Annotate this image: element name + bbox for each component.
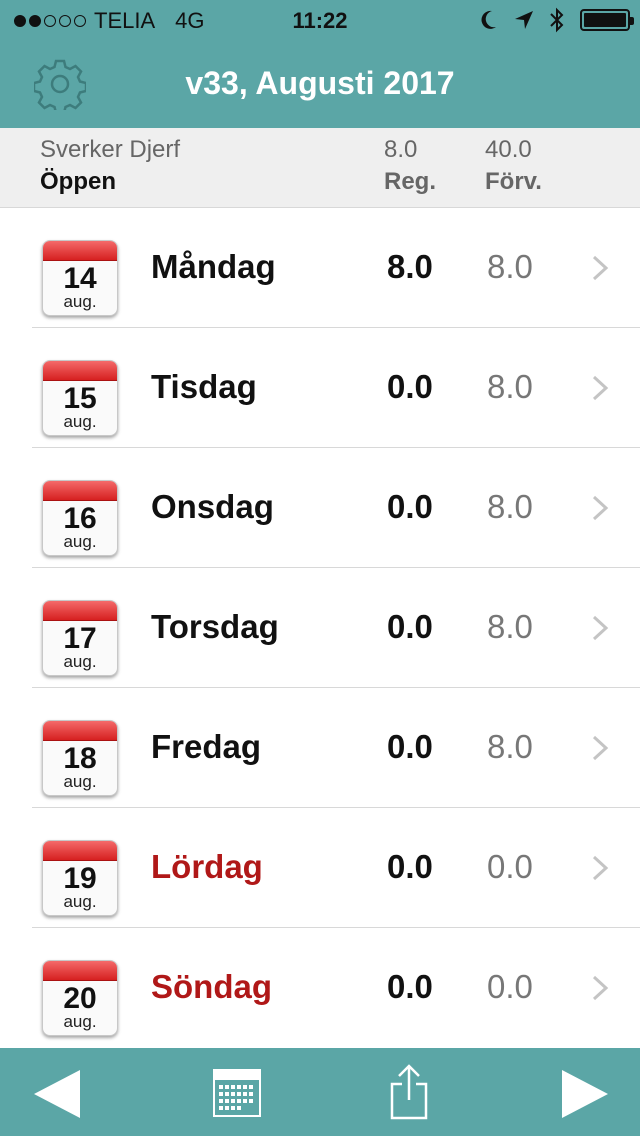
day-row-thursday[interactable]: 17 aug. Torsdag 0.0 8.0: [0, 568, 640, 688]
location-arrow-icon: [515, 11, 533, 29]
calendar-date-icon: 15 aug.: [42, 360, 118, 436]
month-abbrev: aug.: [63, 1012, 97, 1031]
day-name: Måndag: [151, 248, 276, 285]
chevron-right-icon: [592, 975, 609, 1001]
status-bar: TELIA 4G 11:22: [0, 0, 640, 40]
day-row-sunday[interactable]: 20 aug. Söndag 0.0 0.0: [0, 928, 640, 1048]
share-icon[interactable]: [384, 1062, 434, 1122]
chevron-right-icon: [592, 615, 609, 641]
chevron-right-icon: [592, 735, 609, 761]
reg-hours: 0.0: [387, 968, 433, 1005]
previous-week-icon[interactable]: [30, 1066, 86, 1122]
reg-hours: 0.0: [387, 368, 433, 405]
chevron-right-icon: [592, 855, 609, 881]
day-row-monday[interactable]: 14 aug. Måndag 8.0 8.0: [0, 208, 640, 328]
day-list: 14 aug. Måndag 8.0 8.0 15 aug. Tisdag 0.…: [0, 208, 640, 1048]
calendar-date-icon: 20 aug.: [42, 960, 118, 1036]
month-abbrev: aug.: [63, 292, 97, 311]
forv-hours: 8.0: [487, 488, 533, 525]
day-name: Onsdag: [151, 488, 274, 525]
forv-total-value: 40.0: [485, 136, 532, 163]
day-number: 19: [63, 862, 97, 895]
reg-hours: 8.0: [387, 248, 433, 285]
calendar-date-icon: 18 aug.: [42, 720, 118, 796]
month-abbrev: aug.: [63, 412, 97, 431]
day-row-wednesday[interactable]: 16 aug. Onsdag 0.0 8.0: [0, 448, 640, 568]
forv-column-label: Förv.: [485, 168, 542, 195]
month-abbrev: aug.: [63, 892, 97, 911]
forv-hours: 8.0: [487, 368, 533, 405]
reg-hours: 0.0: [387, 728, 433, 765]
day-name: Lördag: [151, 848, 263, 885]
forv-hours: 8.0: [487, 608, 533, 645]
page-title: v33, Augusti 2017: [185, 65, 455, 101]
calendar-date-icon: 19 aug.: [42, 840, 118, 916]
bluetooth-icon: [550, 7, 564, 33]
calendar-date-icon: 16 aug.: [42, 480, 118, 556]
day-number: 15: [63, 382, 97, 415]
battery-icon: [580, 9, 634, 31]
month-abbrev: aug.: [63, 532, 97, 551]
moon-icon: [481, 10, 496, 29]
day-name: Fredag: [151, 728, 262, 765]
day-number: 18: [63, 742, 97, 775]
reg-hours: 0.0: [387, 608, 433, 645]
calendar-date-icon: 17 aug.: [42, 600, 118, 676]
day-row-tuesday[interactable]: 15 aug. Tisdag 0.0 8.0: [0, 328, 640, 448]
month-abbrev: aug.: [63, 772, 97, 791]
day-name: Torsdag: [151, 608, 279, 645]
employee-name: Sverker Djerf: [40, 136, 181, 163]
day-name: Söndag: [151, 968, 272, 1005]
calendar-icon[interactable]: [212, 1068, 262, 1118]
forv-hours: 0.0: [487, 848, 533, 885]
calendar-date-icon: 14 aug.: [42, 240, 118, 316]
week-summary: Sverker Djerf Öppen 8.0 Reg. 40.0 Förv.: [0, 128, 640, 208]
reg-column-label: Reg.: [384, 168, 437, 195]
navigation-bar: v33, Augusti 2017: [0, 40, 640, 128]
forv-hours: 8.0: [487, 248, 533, 285]
reg-hours: 0.0: [387, 848, 433, 885]
day-number: 20: [63, 982, 97, 1015]
reg-hours: 0.0: [387, 488, 433, 525]
bottom-toolbar: [0, 1048, 640, 1136]
forv-hours: 0.0: [487, 968, 533, 1005]
chevron-right-icon: [592, 495, 609, 521]
day-name: Tisdag: [151, 368, 257, 405]
day-number: 17: [63, 622, 97, 655]
week-status: Öppen: [40, 168, 116, 195]
day-number: 16: [63, 502, 97, 535]
chevron-right-icon: [592, 375, 609, 401]
day-row-saturday[interactable]: 19 aug. Lördag 0.0 0.0: [0, 808, 640, 928]
reg-total-value: 8.0: [384, 136, 418, 163]
forv-hours: 8.0: [487, 728, 533, 765]
top-area: TELIA 4G 11:22 v33, Augusti 2017: [0, 0, 640, 128]
chevron-right-icon: [592, 255, 609, 281]
day-row-friday[interactable]: 18 aug. Fredag 0.0 8.0: [0, 688, 640, 808]
month-abbrev: aug.: [63, 652, 97, 671]
status-right: [480, 7, 634, 33]
next-week-icon[interactable]: [556, 1066, 612, 1122]
day-number: 14: [63, 262, 97, 295]
